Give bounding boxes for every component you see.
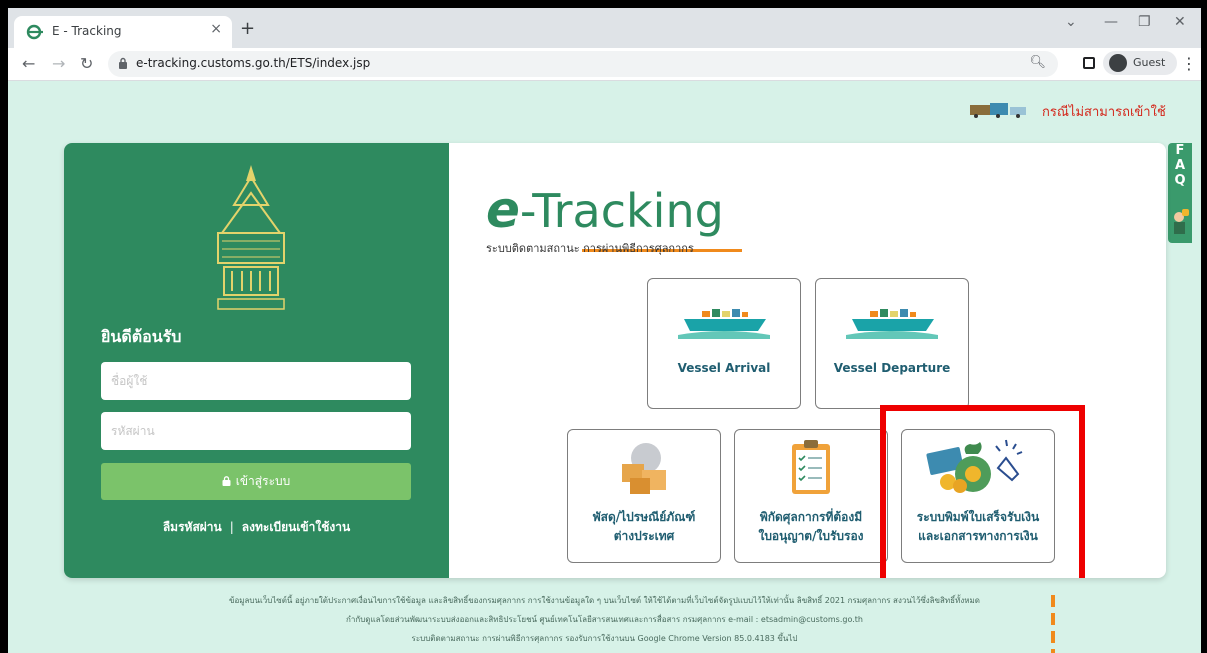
logo-e: e (486, 181, 520, 239)
clipboard-checklist-icon (792, 440, 830, 494)
username-input[interactable] (101, 362, 411, 400)
welcome-heading: ยินดีต้อนรับ (101, 327, 182, 346)
minimize-icon[interactable]: — (1104, 14, 1118, 30)
url-text: e-tracking.customs.go.th/ETS/index.jsp (136, 56, 371, 70)
logo-text: -Tracking (519, 184, 724, 238)
footer-copyright: ข้อมูลบนเว็บไซต์นี้ อยู่ภายใต้ประกาศเงื่… (228, 596, 980, 605)
login-panel: ยินดีต้อนรับ เข้าสู่ระบบ ลืมรหัสผ่าน | ลงท… (64, 143, 449, 578)
dashed-guide-line (1051, 595, 1055, 607)
chevron-down-icon[interactable]: ⌄ (1065, 14, 1077, 30)
footer-support-prefix: ระบบติดตามสถานะ การผ่านพิธีการศุลกากร รอ… (411, 634, 635, 643)
login-button[interactable]: เข้าสู่ระบบ (101, 463, 411, 500)
tariff-license-tile[interactable]: พิกัดศุลกากรที่ต้องมี ใบอนุญาต/ใบรับรอง (734, 429, 888, 563)
tariff-license-label: พิกัดศุลกากรที่ต้องมี ใบอนุญาต/ใบรับรอง (735, 508, 887, 546)
faq-letter-a: A (1174, 158, 1186, 173)
e-tracking-favicon-icon (26, 24, 43, 40)
lock-icon (222, 476, 231, 486)
footer-chrome-version: Google Chrome Version 85.0.4183 ขึ้นไป (637, 634, 798, 643)
footer-contact: กำกับดูแลโดยส่วนพัฒนาระบบส่งออกและสิทธิป… (346, 615, 863, 624)
close-window-icon[interactable]: ✕ (1174, 14, 1186, 30)
faq-letter-q: Q (1174, 173, 1186, 188)
vessel-departure-label: Vessel Departure (833, 361, 951, 375)
parcel-label-line2: ต่างประเทศ (613, 529, 675, 543)
faq-letter-f: F (1175, 143, 1185, 158)
page-content: กรณีไม่สามารถเข้าใช้ F A Q ยินดีต้อนรับ … (8, 81, 1201, 653)
link-separator: | (229, 520, 234, 534)
forward-arrow-icon[interactable]: → (52, 54, 65, 73)
ship-icon (846, 309, 938, 339)
dashed-guide-line (1051, 613, 1055, 625)
footer-browser-support: ระบบติดตามสถานะ การผ่านพิธีการศุลกากร รอ… (8, 629, 1201, 648)
password-input[interactable] (101, 412, 411, 450)
main-card: ยินดีต้อนรับ เข้าสู่ระบบ ลืมรหัสผ่าน | ลงท… (64, 143, 1166, 578)
side-panel-icon[interactable] (1083, 57, 1095, 69)
faq-character-icon (1174, 209, 1189, 234)
parcel-label: พัสดุ/ไปรษณีย์ภัณฑ์ ต่างประเทศ (568, 508, 720, 546)
reload-icon[interactable]: ↻ (80, 54, 93, 73)
parcel-label-line1: พัสดุ/ไปรษณีย์ภัณฑ์ (592, 510, 696, 524)
vessel-arrival-label: Vessel Arrival (677, 361, 771, 375)
new-tab-button[interactable]: + (240, 18, 255, 39)
tariff-label-line1: พิกัดศุลกากรที่ต้องมี (759, 510, 863, 524)
tariff-label-line2: ใบอนุญาต/ใบรับรอง (758, 529, 864, 543)
address-bar[interactable]: e-tracking.customs.go.th/ETS/index.jsp 🔍… (108, 51, 1058, 77)
faq-tab[interactable]: F A Q (1168, 143, 1192, 243)
vessel-arrival-tile[interactable]: Vessel Arrival (647, 278, 801, 409)
register-link[interactable]: ลงทะเบียนเข้าใช้งาน (242, 520, 350, 534)
tab-strip: E - Tracking × + ⌄ — ❐ ✕ (8, 8, 1201, 48)
train-truck-icon (970, 103, 1026, 118)
tab-title: E - Tracking (52, 24, 122, 38)
notice-text: กรณีไม่สามารถเข้าใช้ (1042, 105, 1166, 120)
page-footer: ข้อมูลบนเว็บไซต์นี้ อยู่ภายใต้ประกาศเงื่… (8, 591, 1201, 648)
lock-icon (119, 57, 127, 69)
guest-label: Guest (1133, 56, 1166, 69)
login-button-label: เข้าสู่ระบบ (235, 474, 291, 488)
customs-department-emblem-icon (217, 165, 285, 310)
restore-icon[interactable]: ❐ (1138, 14, 1151, 30)
tab-close-icon[interactable]: × (210, 21, 222, 37)
parcel-globe-icon (622, 443, 666, 494)
browser-toolbar: ← → ↻ e-tracking.customs.go.th/ETS/index… (8, 48, 1201, 81)
red-highlight-box (880, 405, 1085, 578)
account-links: ลืมรหัสผ่าน | ลงทะเบียนเข้าใช้งาน (64, 518, 449, 537)
profile-button[interactable]: Guest (1103, 51, 1177, 75)
vessel-departure-tile[interactable]: Vessel Departure (815, 278, 969, 409)
system-subtitle: ระบบติดตามสถานะ การผ่านพิธีการศุลกากร (486, 242, 694, 255)
dashed-guide-line (1051, 649, 1055, 653)
forgot-password-link[interactable]: ลืมรหัสผ่าน (163, 520, 222, 534)
back-arrow-icon[interactable]: ← (22, 54, 35, 73)
parcel-tile[interactable]: พัสดุ/ไปรษณีย์ภัณฑ์ ต่างประเทศ (567, 429, 721, 563)
ship-icon (678, 309, 770, 339)
guest-avatar-icon (1109, 54, 1127, 72)
dashed-guide-line (1051, 631, 1055, 643)
browser-tab[interactable]: E - Tracking × (14, 16, 232, 48)
more-menu-icon[interactable]: ⋮ (1181, 54, 1197, 73)
zoom-icon[interactable]: 🔍︎ (1029, 55, 1046, 70)
browser-window: E - Tracking × + ⌄ — ❐ ✕ ← → ↻ e-trackin… (8, 8, 1201, 653)
